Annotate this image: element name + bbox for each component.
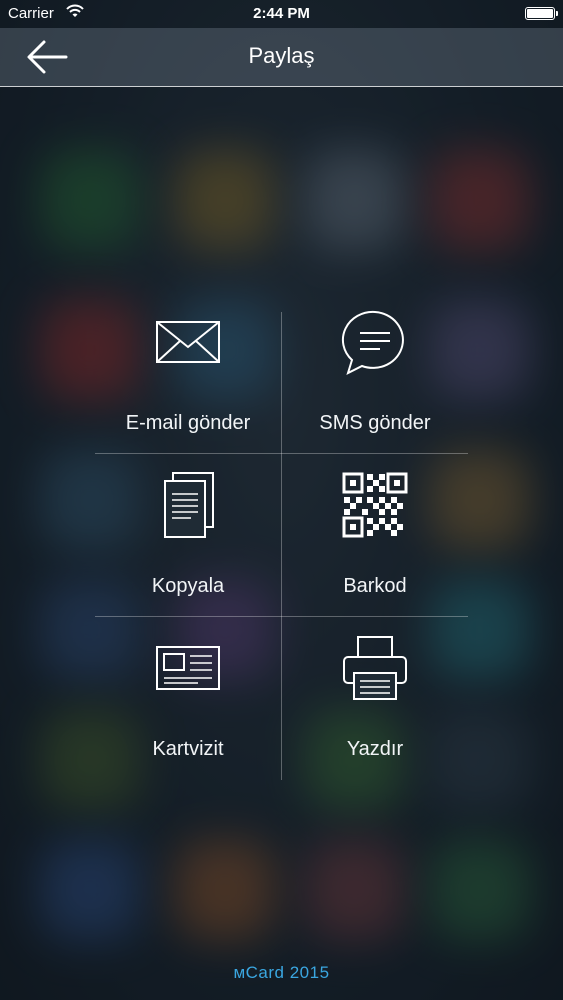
clock: 2:44 PM (253, 5, 310, 22)
envelope-icon (156, 321, 220, 363)
option-label: E-mail gönder (125, 412, 251, 434)
sms-share-button[interactable]: SMS gönder (282, 291, 468, 453)
option-label: Yazdır (346, 738, 404, 760)
option-label: Kartvizit (152, 738, 224, 760)
business-card-icon (156, 646, 220, 690)
copy-documents-icon (164, 472, 214, 538)
footer-brand: мCard 2015 (233, 963, 330, 982)
barcode-share-button[interactable]: Barkod (282, 454, 468, 616)
option-label: SMS gönder (319, 412, 431, 434)
printer-icon (343, 636, 407, 700)
option-label: Kopyala (151, 575, 225, 597)
chat-bubble-icon (341, 310, 404, 375)
copy-share-button[interactable]: Kopyala (95, 454, 281, 616)
page-title: Paylaş (248, 43, 315, 68)
battery-icon (525, 7, 558, 20)
qr-code-icon (342, 472, 408, 538)
option-label: Barkod (343, 575, 407, 597)
print-share-button[interactable]: Yazdır (282, 617, 468, 779)
status-bar: Carrier 2:44 PM (0, 0, 563, 28)
email-share-button[interactable]: E-mail gönder (95, 291, 281, 453)
navigation-bar: Paylaş (0, 28, 563, 87)
business-card-share-button[interactable]: Kartvizit (95, 617, 281, 779)
